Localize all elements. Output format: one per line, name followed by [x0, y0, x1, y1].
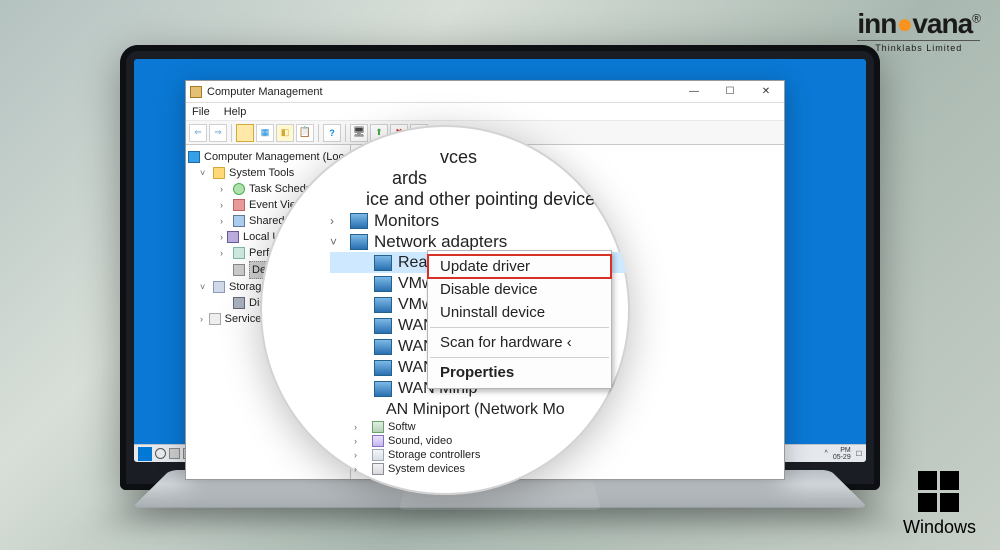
cat-mice[interactable]: ice and other pointing devices	[366, 189, 604, 210]
cat-storage-ctrl[interactable]: Storage controllers	[388, 449, 480, 461]
cat-monitors[interactable]: Monitors	[374, 211, 439, 231]
task-view-icon[interactable]	[169, 448, 180, 459]
ctx-separator	[430, 327, 609, 328]
nic-icon	[374, 381, 392, 397]
software-devices-icon	[372, 421, 384, 433]
minimize-button[interactable]: —	[676, 81, 712, 103]
nic-icon	[374, 339, 392, 355]
window-title: Computer Management	[207, 86, 323, 98]
cat-sound[interactable]: Sound, video	[388, 435, 452, 447]
ctx-separator	[430, 357, 609, 358]
magnifier-lens: vces ards ice and other pointing devices…	[260, 125, 630, 495]
windows-logo: Windows	[903, 471, 976, 538]
local-users-icon	[227, 231, 239, 243]
forward-button[interactable]	[209, 124, 227, 142]
back-button[interactable]	[189, 124, 207, 142]
monitors-icon	[350, 213, 368, 229]
ctx-uninstall-device[interactable]: Uninstall device	[428, 301, 611, 324]
disk-mgmt-icon	[233, 297, 245, 309]
menubar[interactable]: File Help	[186, 103, 784, 121]
system-tray[interactable]: ^ PM 05-29 ☐	[825, 447, 862, 461]
shared-folders-icon	[233, 215, 245, 227]
ctx-update-driver[interactable]: Update driver	[428, 255, 611, 278]
device-manager-icon	[233, 264, 245, 276]
nic-icon	[374, 297, 392, 313]
computer-icon	[188, 151, 200, 163]
cortana-icon[interactable]	[155, 448, 166, 459]
app-icon	[190, 86, 202, 98]
cat-system-devices[interactable]: System devices	[388, 463, 465, 475]
cat-network-adapters[interactable]: Network adapters	[374, 232, 507, 252]
frag-ards: ards	[392, 168, 427, 189]
context-menu[interactable]: Update driver Disable device Uninstall d…	[427, 250, 612, 389]
network-adapters-icon	[350, 234, 368, 250]
maximize-button[interactable]: ☐	[712, 81, 748, 103]
nic-icon	[374, 360, 392, 376]
storage-icon	[213, 281, 225, 293]
brand-logo: inn●vana® Thinklabs Limited	[857, 10, 980, 53]
ctx-scan-hardware[interactable]: Scan for hardware ‹	[428, 331, 611, 354]
device-wan-last[interactable]: AN Miniport (Network Mo	[386, 401, 565, 419]
services-apps-icon	[209, 313, 221, 325]
task-scheduler-icon	[233, 183, 245, 195]
titlebar[interactable]: Computer Management — ☐ ✕	[186, 81, 784, 103]
menu-help[interactable]: Help	[224, 106, 247, 118]
frag-vces: vces	[440, 147, 477, 168]
performance-icon	[233, 247, 245, 259]
event-viewer-icon	[233, 199, 245, 211]
folder-icon	[213, 167, 225, 179]
storage-controllers-icon	[372, 449, 384, 461]
nic-icon	[374, 255, 392, 271]
ctx-properties[interactable]: Properties	[428, 361, 611, 384]
menu-file[interactable]: File	[192, 106, 210, 118]
cat-software[interactable]: Softw	[388, 421, 416, 433]
start-button[interactable]	[138, 447, 152, 461]
ctx-disable-device[interactable]: Disable device	[428, 278, 611, 301]
sound-icon	[372, 435, 384, 447]
system-devices-icon	[372, 463, 384, 475]
nic-icon	[374, 318, 392, 334]
nic-icon	[374, 276, 392, 292]
show-hide-tree-button[interactable]	[236, 124, 254, 142]
close-button[interactable]: ✕	[748, 81, 784, 103]
